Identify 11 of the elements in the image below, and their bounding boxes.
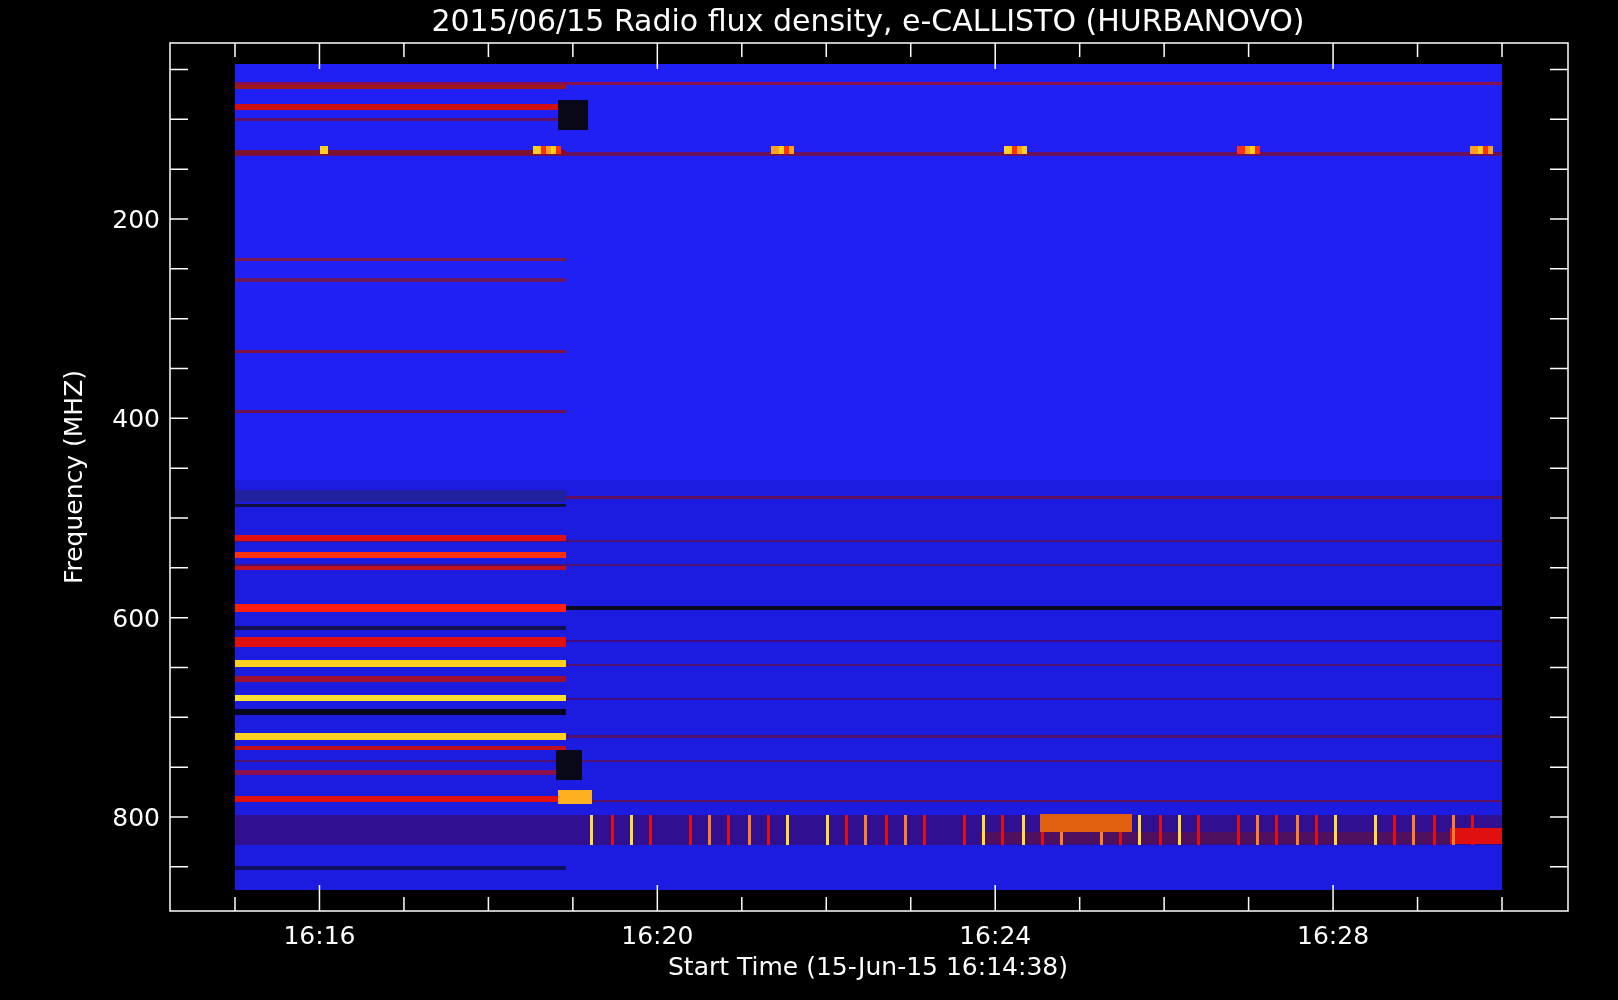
y-tick-label: 200	[112, 205, 160, 234]
y-axis-label: Frequency (MHZ)	[59, 369, 88, 585]
y-tick-label: 600	[112, 603, 160, 633]
chart-title: 2015/06/15 Radio flux density, e-CALLISTO (HURBANOVO)	[431, 3, 1305, 38]
x-axis-label: Start Time (15-Jun-15 16:14:38)	[668, 952, 1068, 981]
x-tick-label: 16:16	[283, 921, 356, 950]
x-tick-label: 16:20	[621, 921, 694, 950]
x-tick-label: 16:24	[959, 921, 1032, 950]
x-tick-label: 16:28	[1297, 921, 1370, 950]
y-tick-label: 400	[112, 404, 160, 434]
y-tick-label: 800	[112, 802, 160, 832]
